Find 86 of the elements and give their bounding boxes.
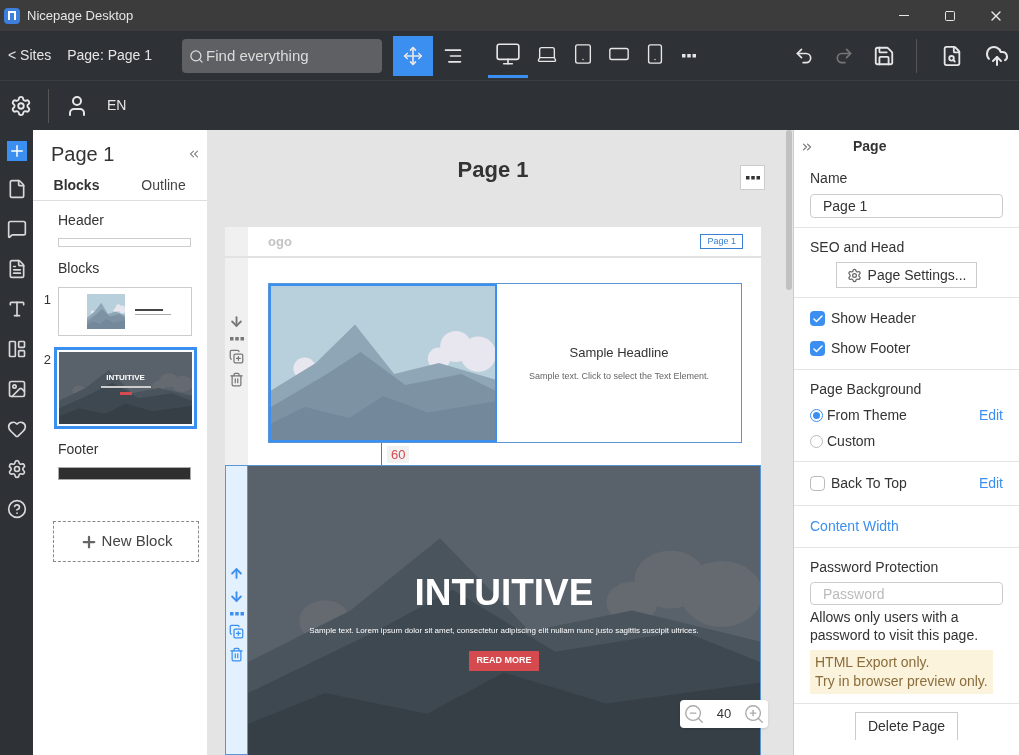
checkbox[interactable] [810, 341, 825, 356]
zoom-value: 40 [716, 705, 732, 724]
radio-label: From Theme [827, 406, 907, 425]
checkbox-label: Show Footer [831, 339, 911, 358]
new-block-button[interactable]: New Block [53, 521, 199, 562]
scrollbar-thumb[interactable] [786, 130, 792, 290]
panel-tab[interactable]: Blocks [33, 175, 120, 196]
section-label: Blocks [58, 259, 101, 278]
sidebar-item[interactable] [6, 141, 27, 161]
window-title: Nicepage Desktop [27, 6, 134, 25]
block-item[interactable] [58, 287, 192, 336]
delete-page-button[interactable]: Delete Page [854, 712, 959, 740]
name-field[interactable]: Page 1 [810, 194, 1003, 218]
read-more-button[interactable]: READ MORE [469, 651, 539, 671]
move-icon [403, 45, 424, 66]
search-icon [189, 48, 205, 64]
section-label: Header [58, 211, 105, 230]
collapse-button[interactable] [187, 147, 201, 161]
page-title: Page 1 [457, 155, 529, 184]
field-label: Password Protection [810, 558, 940, 577]
move-down-icon[interactable] [229, 314, 244, 329]
logo-text: ogo [268, 232, 292, 251]
section-label: Footer [58, 440, 100, 459]
collapse-icon [187, 147, 201, 161]
page-settings-button[interactable]: Page Settings... [835, 262, 978, 288]
thumbnail-title: INTUITIVE [106, 374, 145, 382]
password-field[interactable]: Password [810, 582, 1003, 605]
panel-tab[interactable]: Outline [120, 175, 207, 196]
panel-title: Page [853, 137, 887, 156]
gear-icon [846, 267, 862, 283]
radio-label: Custom [827, 432, 876, 451]
save-icon [873, 44, 895, 67]
move-up-icon[interactable] [229, 566, 244, 581]
zoom-out-icon [683, 703, 705, 725]
header-thumbnail[interactable] [58, 238, 191, 247]
block-gutter [225, 227, 248, 256]
block-item[interactable]: INTUITIVE [54, 347, 197, 429]
desktop-icon [495, 41, 522, 67]
preview-icon [941, 44, 963, 67]
checkbox-label: Show Header [831, 309, 916, 328]
footer-thumbnail[interactable] [58, 467, 191, 480]
hero-text: Sample text. Lorem ipsum dolor sit amet, consectetur adipiscing elit nullam nunc justo sagittis suscipit ultrices. [309, 625, 699, 637]
field-label: SEO and Head [810, 238, 906, 257]
settings-button[interactable] [10, 94, 32, 117]
duplicate-icon[interactable] [229, 349, 244, 364]
field-label: Name [810, 169, 849, 188]
move-down-icon[interactable] [229, 589, 244, 604]
text-lines-drawing [135, 308, 171, 315]
notice-text: HTML Export only. [815, 653, 931, 672]
duplicate-icon[interactable] [229, 624, 244, 639]
page-options-button[interactable] [740, 165, 765, 190]
checkbox[interactable] [810, 311, 825, 326]
delete-icon[interactable] [229, 372, 244, 387]
tool-button[interactable] [393, 35, 434, 76]
nav-link[interactable]: Page 1 [700, 234, 743, 249]
field-label: Page Background [810, 380, 923, 399]
settings-icon [6, 457, 27, 480]
checkbox[interactable] [810, 476, 825, 491]
sample-headline: Sample Headline [569, 343, 669, 362]
zoom-in-icon [743, 703, 765, 725]
checkbox-label: Back To Top [831, 474, 907, 493]
upload-icon [985, 43, 1009, 68]
block-number: 2 [42, 351, 52, 369]
page-label: Page: Page 1 [67, 46, 153, 65]
search-field[interactable]: Find everything [182, 38, 383, 73]
minimize-icon [899, 15, 909, 16]
panel-title: Page 1 [51, 142, 115, 167]
sites-link[interactable]: < Sites [8, 45, 52, 66]
redo-icon [834, 45, 854, 66]
more-icon [745, 175, 760, 180]
help-icon [6, 497, 27, 520]
notice-text: Try in browser preview only. [815, 672, 988, 691]
more-icon [682, 53, 697, 58]
app-logo-icon [4, 7, 20, 24]
block-number: 1 [42, 291, 52, 309]
hero-title: INTUITIVE [414, 574, 594, 611]
delete-icon[interactable] [229, 647, 244, 662]
maximize-icon [944, 9, 956, 22]
help-text: Allows only users with a password to visit this page. [810, 608, 980, 644]
sample-text: Sample text. Click to select the Text Element. [529, 370, 709, 383]
spacing-label: 60 [387, 446, 410, 463]
language-button[interactable]: EN [107, 95, 127, 116]
more-icon [229, 612, 244, 616]
settings-icon [10, 94, 32, 117]
more-icon [229, 337, 244, 341]
undo-icon [794, 45, 814, 66]
